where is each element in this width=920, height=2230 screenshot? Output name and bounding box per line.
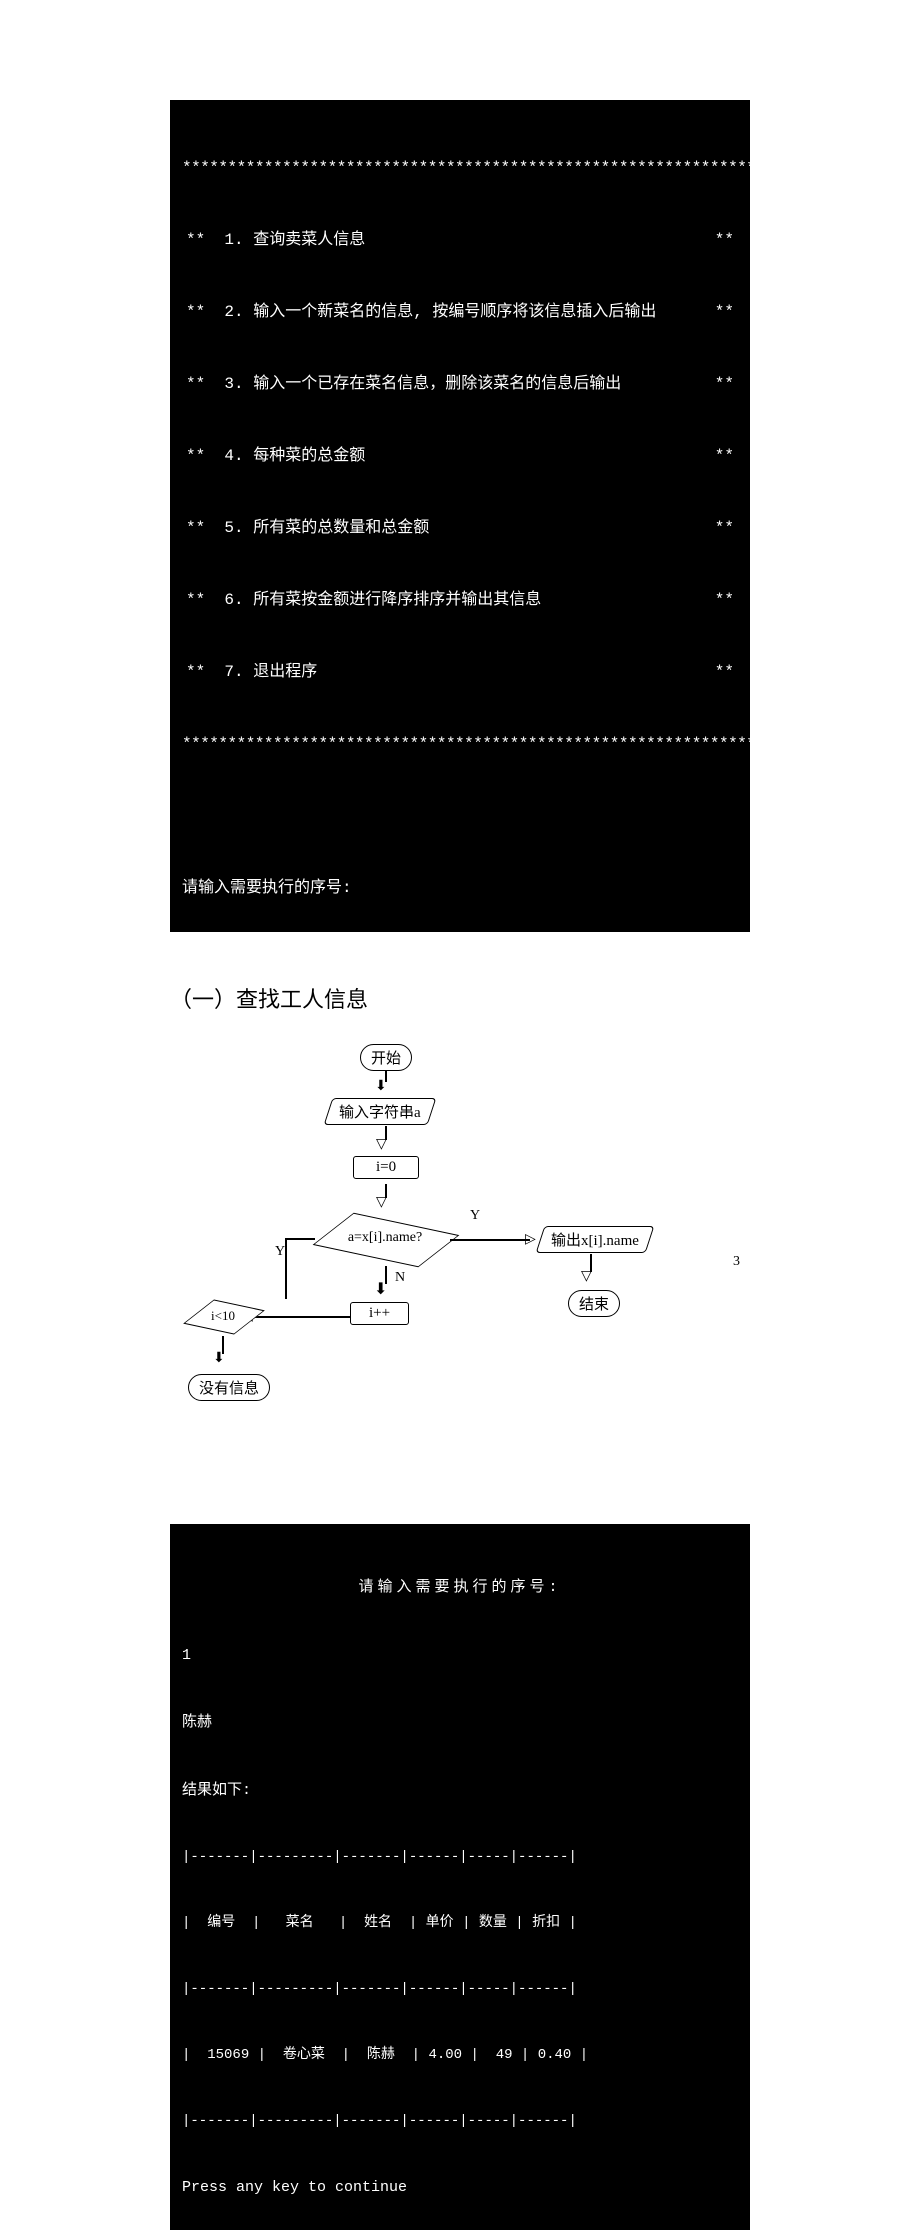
menu-prefix: **: [186, 660, 205, 684]
menu-item-6: ** 6. 所有菜按金额进行降序排序并输出其信息 **: [182, 588, 738, 612]
flowchart-decision-cmp: a=x[i].name?: [310, 1212, 460, 1266]
menu-text: 4. 每种菜的总金额: [205, 444, 715, 468]
menu-text: 2. 输入一个新菜名的信息, 按编号顺序将该信息插入后输出: [205, 300, 715, 324]
menu-prefix: **: [186, 444, 205, 468]
ascii-table-header: | 编号 | 菜名 | 姓名 | 单价 | 数量 | 折扣 |: [182, 1913, 738, 1934]
page-number: 3: [733, 1254, 740, 1270]
menu-item-7: ** 7. 退出程序 **: [182, 660, 738, 684]
flowchart-vline: [285, 1239, 287, 1299]
menu-item-5: ** 5. 所有菜的总数量和总金额 **: [182, 516, 738, 540]
menu-prefix: **: [186, 372, 205, 396]
flowchart-hline: [248, 1316, 350, 1318]
menu-item-3: ** 3. 输入一个已存在菜名信息，删除该菜名的信息后输出 **: [182, 372, 738, 396]
arrow-down-icon: ▽: [376, 1194, 387, 1211]
star-row-bottom: ****************************************…: [182, 732, 738, 756]
flowchart-init-i: i=0: [353, 1156, 419, 1179]
terminal-menu: ****************************************…: [170, 100, 750, 932]
menu-text: 1. 查询卖菜人信息: [205, 228, 715, 252]
ascii-table-border: |-------|---------|-------|------|-----|…: [182, 1847, 738, 1868]
menu-suffix: **: [715, 516, 734, 540]
flowchart-input-a: 输入字符串a: [324, 1098, 436, 1125]
arrow-down-icon: ⬇: [213, 1350, 225, 1367]
flowchart-inc-i: i++: [350, 1302, 409, 1325]
flowchart-no-label: N: [395, 1270, 405, 1286]
menu-text: 7. 退出程序: [205, 660, 715, 684]
menu-suffix: **: [715, 660, 734, 684]
arrow-down-icon: ⬇: [375, 1078, 387, 1095]
terminal-prompt: 请输入需要执行的序号:: [182, 876, 738, 900]
menu-prefix: **: [186, 588, 205, 612]
flowchart-end: 结束: [568, 1290, 620, 1317]
flowchart-none: 没有信息: [188, 1374, 270, 1401]
press-any-key: Press any key to continue: [182, 2177, 738, 2200]
ascii-table-border: |-------|---------|-------|------|-----|…: [182, 2111, 738, 2132]
menu-prefix: **: [186, 300, 205, 324]
arrow-down-icon: ⬇: [374, 1279, 387, 1299]
name-echo: 陈赫: [182, 1712, 738, 1735]
input-echo: 1: [182, 1645, 738, 1668]
menu-text: 3. 输入一个已存在菜名信息，删除该菜名的信息后输出: [205, 372, 715, 396]
menu-suffix: **: [715, 228, 734, 252]
menu-text: 5. 所有菜的总数量和总金额: [205, 516, 715, 540]
menu-suffix: **: [715, 444, 734, 468]
section-title: （一）查找工人信息: [170, 982, 750, 1014]
menu-item-1: ** 1. 查询卖菜人信息 **: [182, 228, 738, 252]
ascii-table-row: | 15069 | 卷心菜 | 陈赫 | 4.00 | 49 | 0.40 |: [182, 2045, 738, 2066]
star-row-top: ****************************************…: [182, 156, 738, 180]
result-label: 结果如下:: [182, 1780, 738, 1803]
menu-prefix: **: [186, 516, 205, 540]
arrow-down-icon: ▽: [581, 1268, 592, 1285]
menu-suffix: **: [715, 588, 734, 612]
flowchart-decision-loop: i<10: [188, 1296, 258, 1336]
result-prompt: 请输入需要执行的序号:: [182, 1577, 738, 1600]
flowchart-hline: [450, 1239, 530, 1241]
flowchart-yes-label: Y: [275, 1244, 285, 1260]
flowchart-yes-label: Y: [470, 1208, 480, 1224]
menu-prefix: **: [186, 228, 205, 252]
terminal-result: 请输入需要执行的序号: 1 陈赫 结果如下: |-------|--------…: [170, 1524, 750, 2230]
menu-suffix: **: [715, 372, 734, 396]
menu-item-2: ** 2. 输入一个新菜名的信息, 按编号顺序将该信息插入后输出 **: [182, 300, 738, 324]
flowchart-start: 开始: [360, 1044, 412, 1071]
arrow-down-icon: ▽: [376, 1136, 387, 1153]
menu-text: 6. 所有菜按金额进行降序排序并输出其信息: [205, 588, 715, 612]
menu-suffix: **: [715, 300, 734, 324]
menu-item-4: ** 4. 每种菜的总金额 **: [182, 444, 738, 468]
flowchart-output: 输出x[i].name: [536, 1226, 655, 1253]
arrow-right-icon: ▷: [525, 1231, 536, 1248]
ascii-table-border: |-------|---------|-------|------|-----|…: [182, 1979, 738, 2000]
flowchart: 开始 ⬇ 输入字符串a ▽ i=0 ▽ a=x[i].name? Y ▷ 输出x…: [170, 1044, 750, 1484]
